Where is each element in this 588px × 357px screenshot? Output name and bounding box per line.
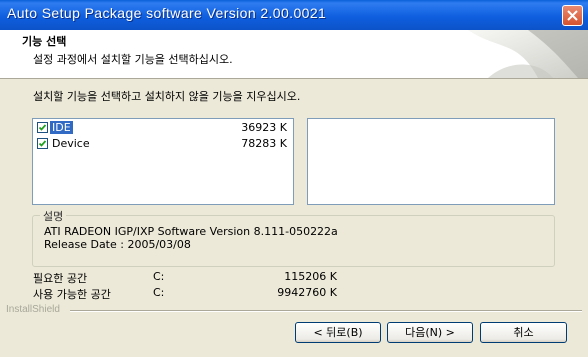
instruction-text: 설치할 기능을 선택하고 설치하지 않을 기능을 지우십시오. [33, 90, 301, 103]
feature-detail-panel [307, 118, 555, 205]
window-title: Auto Setup Package software Version 2.00… [7, 5, 327, 21]
feature-checkbox[interactable] [37, 138, 48, 149]
description-group: 설명 ATI RADEON IGP/IXP Software Version 8… [32, 208, 555, 267]
divider [70, 310, 582, 312]
page-title: 기능 선택 [22, 35, 67, 48]
header-graphic-icon [468, 30, 588, 78]
feature-name: IDE [50, 121, 73, 134]
checkmark-icon [38, 140, 47, 147]
header-panel: 기능 선택 설정 과정에서 설치할 기능을 선택하십시오. [0, 30, 588, 79]
available-space-label: 사용 가능한 공간 [33, 288, 111, 301]
required-space-label: 필요한 공간 [33, 272, 88, 285]
feature-size: 78283 K [241, 137, 287, 150]
feature-item-device[interactable]: Device 78283 K [35, 136, 291, 152]
available-space-drive: C: [153, 286, 165, 299]
available-space-value: 9942760 K [277, 286, 337, 299]
installshield-brand: InstallShield [6, 304, 60, 315]
page-subtitle: 설정 과정에서 설치할 기능을 선택하십시오. [33, 53, 233, 66]
description-line2: Release Date : 2005/03/08 [44, 238, 191, 251]
feature-size: 36923 K [241, 121, 287, 134]
title-bar[interactable]: Auto Setup Package software Version 2.00… [0, 0, 588, 30]
description-line1: ATI RADEON IGP/IXP Software Version 8.11… [44, 225, 338, 238]
required-space-drive: C: [153, 270, 165, 283]
back-button[interactable]: < 뒤로(B) [295, 322, 381, 343]
checkmark-icon [38, 124, 47, 131]
required-space-value: 115206 K [284, 270, 337, 283]
feature-checkbox[interactable] [37, 122, 48, 133]
close-button[interactable] [562, 5, 583, 26]
feature-name: Device [52, 137, 90, 150]
description-legend: 설명 [40, 208, 67, 224]
cancel-button[interactable]: 취소 [480, 322, 567, 343]
required-space-row: 필요한 공간 C: 115206 K [33, 270, 353, 285]
setup-window: Auto Setup Package software Version 2.00… [0, 0, 588, 357]
next-button[interactable]: 다음(N) > [387, 322, 473, 343]
available-space-row: 사용 가능한 공간 C: 9942760 K [33, 286, 353, 301]
feature-list[interactable]: IDE 36923 K Device 78283 K [32, 118, 294, 205]
close-icon [567, 10, 578, 21]
feature-item-ide[interactable]: IDE 36923 K [35, 120, 291, 136]
